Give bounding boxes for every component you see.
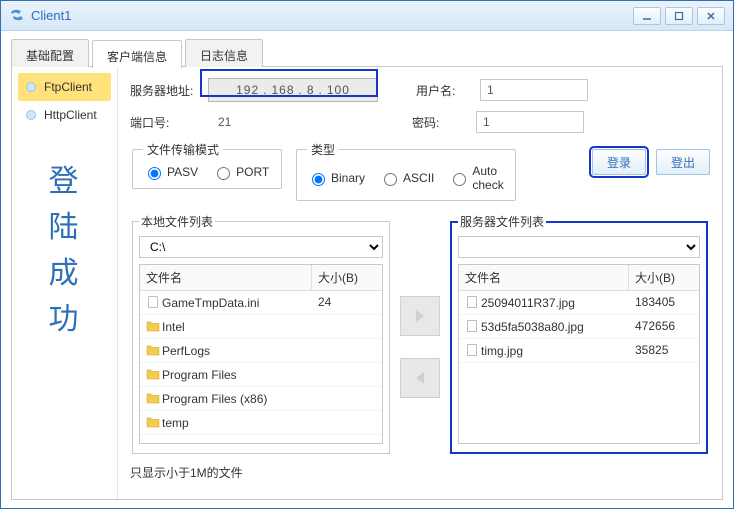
folder-icon [146,343,160,357]
local-file-list[interactable]: 文件名 大小(B) GameTmpData.ini24IntelPerfLogs… [139,264,383,444]
file-row[interactable]: 53d5fa5038a80.jpg472656 [459,315,699,339]
tab-日志信息[interactable]: 日志信息 [185,39,263,67]
type-legend: 类型 [307,141,339,158]
upload-arrow-button[interactable] [400,296,440,336]
login-status-text: 登陆成功 [18,159,111,343]
file-icon [465,343,479,357]
transfer-mode-legend: 文件传输模式 [143,141,223,158]
port-label: 端口号: [130,114,208,131]
tab-基础配置[interactable]: 基础配置 [11,39,89,67]
file-row[interactable]: PerfLogs [140,339,382,363]
column-size[interactable]: 大小(B) [312,265,382,290]
file-row[interactable]: 25094011R37.jpg183405 [459,291,699,315]
highlight-server-ip [200,69,378,97]
mode-radio-port[interactable]: PORT [212,164,269,180]
column-filename[interactable]: 文件名 [459,265,629,290]
tab-strip: 基础配置客户端信息日志信息 [11,39,723,67]
username-label: 用户名: [416,82,480,99]
mode-radio-pasv[interactable]: PASV [143,164,198,180]
server-files-group: 服务器文件列表 文件名 大小(B) 25094011R37.jpg1834055… [450,213,708,454]
file-row[interactable]: Intel [140,315,382,339]
window-title: Client1 [31,8,71,23]
footer-note: 只显示小于1M的文件 [130,464,710,481]
type-radio-binary[interactable]: Binary [307,170,365,186]
file-icon [465,319,479,333]
protocol-item-ftpclient[interactable]: FtpClient [18,73,111,101]
password-label: 密码: [412,114,476,131]
file-row[interactable]: temp [140,411,382,435]
file-icon [465,295,479,309]
app-window: Client1 基础配置客户端信息日志信息 FtpClientHttpClien… [0,0,734,509]
folder-icon [146,415,160,429]
port-input[interactable] [212,111,272,133]
server-files-legend: 服务器文件列表 [458,213,546,230]
column-filename[interactable]: 文件名 [140,265,312,290]
file-row[interactable]: timg.jpg35825 [459,339,699,363]
transfer-mode-group: 文件传输模式 PASV PORT [132,141,282,189]
file-icon [146,295,160,309]
logout-button[interactable]: 登出 [656,149,710,175]
maximize-button[interactable] [665,7,693,25]
login-button[interactable]: 登录 [592,149,646,175]
bullet-icon [26,110,36,120]
bullet-icon [26,82,36,92]
local-files-legend: 本地文件列表 [139,213,215,230]
close-button[interactable] [697,7,725,25]
password-input[interactable] [476,111,584,133]
server-path-combo[interactable] [458,236,700,258]
column-size[interactable]: 大小(B) [629,265,699,290]
main-panel: 服务器地址: 192. 168. 8. 100 用户名: 端口号: 密码: [118,67,722,499]
protocol-sidebar: FtpClientHttpClient 登陆成功 [12,67,118,499]
server-file-list[interactable]: 文件名 大小(B) 25094011R37.jpg18340553d5fa503… [458,264,700,444]
download-arrow-button[interactable] [400,358,440,398]
local-path-combo[interactable]: C:\ [139,236,383,258]
folder-icon [146,367,160,381]
minimize-button[interactable] [633,7,661,25]
folder-icon [146,319,160,333]
file-row[interactable]: Program Files [140,363,382,387]
username-input[interactable] [480,79,588,101]
folder-icon [146,391,160,405]
local-files-group: 本地文件列表 C:\ 文件名 大小(B) GameTmpData.ini24In… [132,213,390,454]
file-row[interactable]: GameTmpData.ini24 [140,291,382,315]
titlebar: Client1 [1,1,733,31]
protocol-item-httpclient[interactable]: HttpClient [18,101,111,129]
type-radio-auto-check[interactable]: Auto check [448,164,505,192]
app-icon [9,8,25,24]
type-group: 类型 Binary ASCII Auto check [296,141,516,201]
tab-客户端信息[interactable]: 客户端信息 [92,40,182,68]
file-row[interactable]: Program Files (x86) [140,387,382,411]
server-address-label: 服务器地址: [130,82,208,99]
type-radio-ascii[interactable]: ASCII [379,170,434,186]
